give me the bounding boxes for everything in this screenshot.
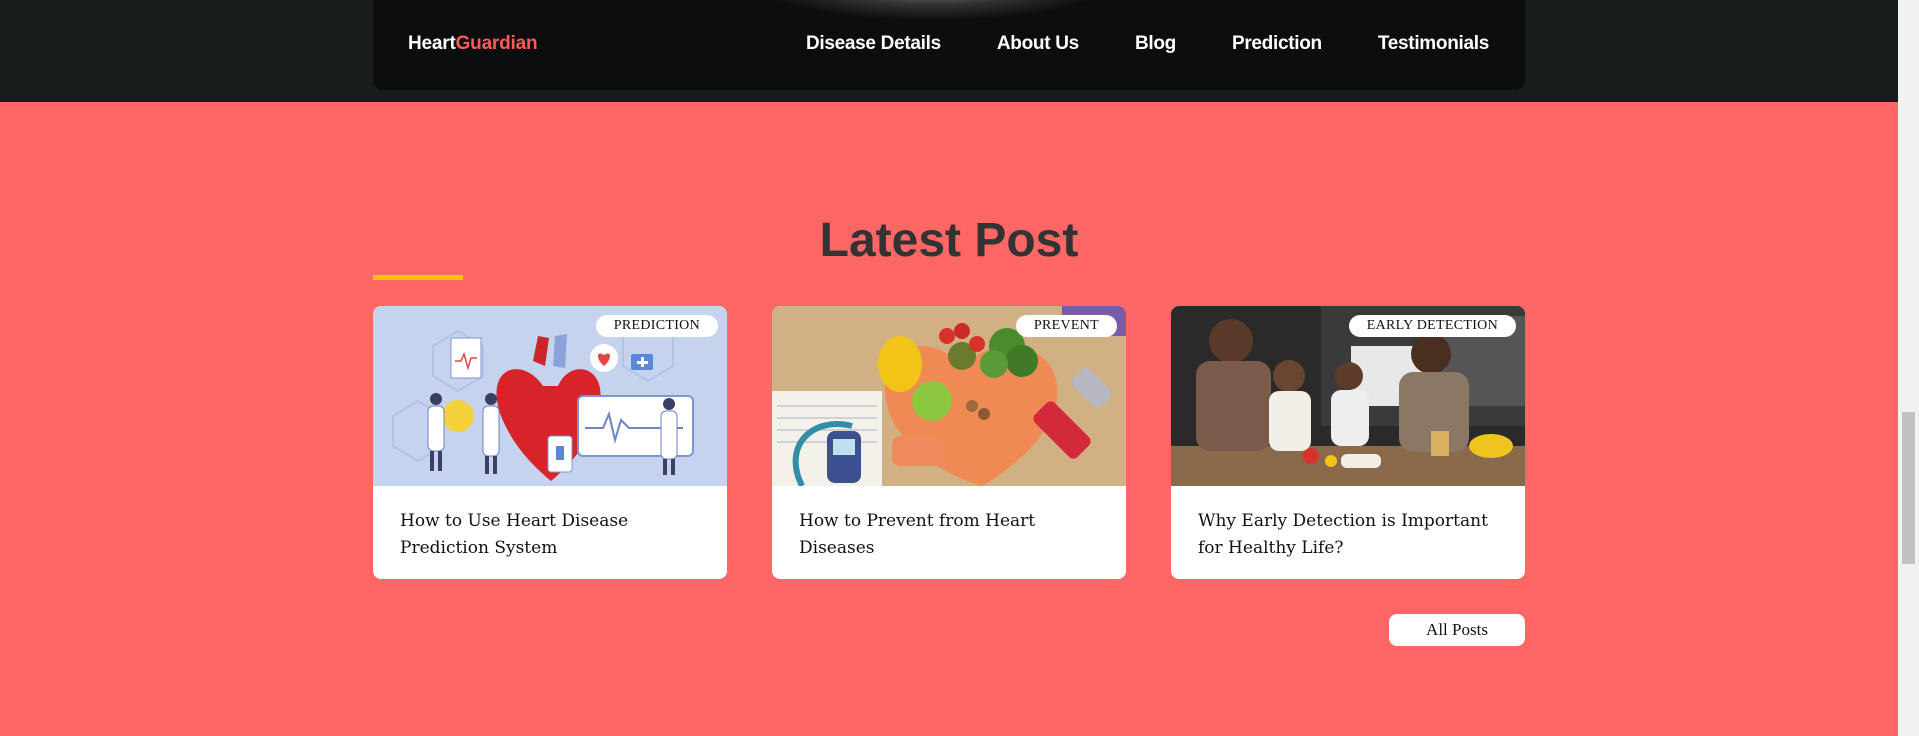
all-posts-button[interactable]: All Posts xyxy=(1389,614,1525,646)
nav-links: Disease Details About Us Blog Prediction… xyxy=(806,33,1489,55)
post-title[interactable]: How to Prevent from Heart Diseases xyxy=(799,508,1109,562)
nav-link-disease-details[interactable]: Disease Details xyxy=(806,33,941,55)
scrollbar-track[interactable] xyxy=(1898,0,1919,736)
nav-link-prediction[interactable]: Prediction xyxy=(1232,33,1322,55)
nav-link-testimonials[interactable]: Testimonials xyxy=(1378,33,1489,55)
post-image-heart-illustration[interactable]: PREDICTION xyxy=(373,306,727,486)
post-badge: PREDICTION xyxy=(595,315,718,337)
title-underline xyxy=(373,275,463,280)
post-title[interactable]: How to Use Heart Disease Prediction Syst… xyxy=(400,508,710,562)
post-title[interactable]: Why Early Detection is Important for Hea… xyxy=(1198,508,1508,562)
post-card-prediction[interactable]: PREDICTION How to Use Heart Disease Pred… xyxy=(373,306,727,579)
site-logo[interactable]: HeartGuardian xyxy=(408,33,538,55)
logo-text-primary: Heart xyxy=(408,33,456,54)
navbar: HeartGuardian Disease Details About Us B… xyxy=(373,0,1525,90)
post-card-early-detection[interactable]: EARLY DETECTION Why Early Detection is I… xyxy=(1171,306,1525,579)
post-image-family-kitchen[interactable]: EARLY DETECTION xyxy=(1171,306,1525,486)
logo-text-accent: Guardian xyxy=(455,33,538,54)
nav-link-about-us[interactable]: About Us xyxy=(997,33,1079,55)
post-card-prevent[interactable]: PREVENT How to Prevent from Heart Diseas… xyxy=(772,306,1126,579)
section-title: Latest Post xyxy=(819,214,1079,267)
post-badge: EARLY DETECTION xyxy=(1348,315,1516,337)
scrollbar-thumb[interactable] xyxy=(1902,412,1915,564)
post-image-healthy-food[interactable]: PREVENT xyxy=(772,306,1126,486)
post-badge: PREVENT xyxy=(1015,315,1117,337)
nav-link-blog[interactable]: Blog xyxy=(1135,33,1176,55)
nav-glow-decoration xyxy=(753,0,1113,20)
